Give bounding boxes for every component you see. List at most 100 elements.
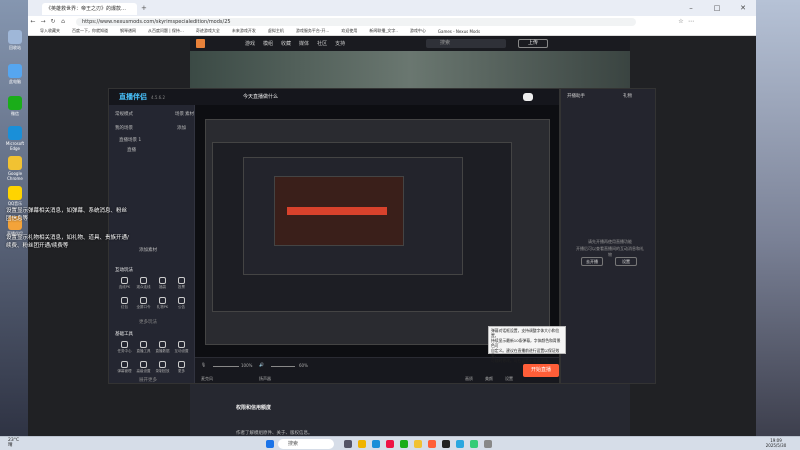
bookmark[interactable]: 钢琴谱网 [120, 28, 136, 34]
desktop-icon-wechat[interactable]: 微信 [3, 96, 27, 117]
interaction-grid: 连线PK 观众连线 福袋 投票 红包 全屏口令 礼物PK 公告 [115, 275, 193, 315]
tool-item[interactable]: 更多 [172, 359, 191, 379]
site-logo-icon[interactable] [196, 39, 205, 48]
more-interaction-link[interactable]: 更多玩法 [139, 319, 157, 325]
interaction-item[interactable]: 福袋 [153, 275, 172, 295]
computer-icon [8, 64, 22, 78]
tool-item[interactable]: 直播数据 [153, 339, 172, 359]
right-settings-button[interactable]: 设置 [615, 257, 637, 266]
site-nav-item[interactable]: 收藏 [281, 40, 291, 47]
scene-group[interactable]: 直播场景 1 [119, 137, 141, 143]
start-icon[interactable] [266, 440, 274, 448]
tool-item[interactable]: 任务中心 [115, 339, 134, 359]
speaker-icon[interactable]: 🔊 [259, 362, 264, 367]
tool-item[interactable]: 高级设置 [134, 359, 153, 379]
bookmark[interactable]: 奇迹游戏大全 [196, 28, 220, 34]
task-view-icon[interactable] [344, 440, 352, 448]
desktop-icon-recycle-bin[interactable]: 回收站 [3, 30, 27, 51]
mic-slider[interactable] [213, 366, 239, 367]
speaker-slider[interactable] [271, 366, 295, 367]
site-nav-item[interactable]: 社区 [317, 40, 327, 47]
bookmark[interactable]: 虚拟主机 [268, 28, 284, 34]
tab-assistant[interactable]: 开播助手 [567, 93, 585, 99]
upload-button[interactable]: 上传 [518, 39, 548, 48]
settings-button[interactable]: 设置 [505, 376, 513, 382]
file-explorer-icon[interactable] [358, 440, 366, 448]
system-clock[interactable]: 19:09 2025/5/30 [758, 438, 794, 448]
site-nav-item[interactable]: 媒体 [299, 40, 309, 47]
tools-grid: 任务中心 直播工具 直播数据 互动设置 弹幕管理 高级设置 录制回放 更多 [115, 339, 193, 379]
site-nav-item[interactable]: 游戏 [245, 40, 255, 47]
interaction-item[interactable]: 观众连线 [134, 275, 153, 295]
bookmark[interactable]: Games - Nexus Mods [438, 29, 480, 34]
start-live-button[interactable]: 开始直播 [523, 364, 559, 377]
url-bar[interactable]: https://www.nexusmods.com/skyrimspeciale… [76, 17, 636, 26]
stream-preview [195, 105, 559, 357]
interaction-item[interactable]: 红包 [115, 295, 134, 315]
interaction-item[interactable]: 礼物PK [153, 295, 172, 315]
vote-icon [178, 277, 185, 284]
desktop-icon-this-pc[interactable]: 此电脑 [3, 64, 27, 85]
maximize-button[interactable]: □ [704, 0, 730, 16]
star-icon[interactable]: ☆ [676, 18, 686, 25]
home-icon[interactable]: ⌂ [58, 18, 68, 25]
scene-item[interactable]: 直播 [127, 147, 136, 153]
bookmark[interactable]: 导入收藏夹 [40, 28, 60, 34]
browser-tab-active[interactable]: 《英雄救世界：帝王之刃》的爆款… [42, 3, 137, 15]
close-button[interactable]: ✕ [730, 0, 756, 16]
quality-button[interactable]: 画质 [465, 376, 473, 382]
bookmark[interactable]: 欢迎使用 [341, 28, 357, 34]
forward-icon[interactable]: → [38, 18, 48, 25]
site-search-input[interactable]: 搜索 [426, 39, 506, 48]
edge-icon[interactable] [372, 440, 380, 448]
desktop-icon-chrome[interactable]: Google Chrome [3, 156, 27, 181]
expand-tools-link[interactable]: 展开更多 [139, 377, 157, 383]
tool-item[interactable]: 直播工具 [134, 339, 153, 359]
weather-widget[interactable]: 23°C 晴 [8, 438, 19, 448]
bookmark[interactable]: 新闻联播_文字.. [369, 28, 398, 34]
interaction-item[interactable]: 公告 [172, 295, 191, 315]
beauty-button[interactable]: 美颜 [485, 376, 493, 382]
app-stream-title[interactable]: 今天直播做什么 [243, 93, 278, 100]
mode-selector[interactable]: 常规模式 [115, 111, 133, 117]
desktop-message-2: 设置显示礼物相关消息，如礼物、道具、贵族开通/续费、粉丝团开通/续费等 [6, 235, 129, 249]
tab-material[interactable]: 素材 [185, 111, 194, 117]
bookmark[interactable]: 未来游戏开发 [232, 28, 256, 34]
task-icon [121, 341, 128, 348]
site-nav-item[interactable]: 支持 [335, 40, 345, 47]
add-scene-button[interactable]: 添加 [177, 125, 186, 131]
tool-item[interactable]: 录制回放 [153, 359, 172, 379]
mic-icon[interactable]: 🎙 [201, 362, 206, 367]
app-icon[interactable] [470, 440, 478, 448]
chrome-icon[interactable] [414, 440, 422, 448]
bookmark[interactable]: 百度一下，你就知道 [72, 28, 108, 34]
extensions-icon[interactable]: ⋯ [686, 18, 696, 25]
wechat-icon[interactable] [400, 440, 408, 448]
site-nav-item[interactable]: 模组 [263, 40, 273, 47]
desktop-icon-edge[interactable]: Microsoft Edge [3, 126, 27, 151]
go-live-button[interactable]: 去开播 [581, 257, 603, 266]
tool-item[interactable]: 弹幕管理 [115, 359, 134, 379]
bookmark[interactable]: 从百度问题 | 保持… [148, 28, 184, 34]
interaction-item[interactable]: 投票 [172, 275, 191, 295]
desktop-icon-qq-music[interactable]: QQ音乐 [3, 186, 27, 207]
new-tab-icon[interactable]: + [141, 4, 147, 12]
tab-gift[interactable]: 礼物 [623, 93, 632, 99]
live-app-icon[interactable] [428, 440, 436, 448]
avatar[interactable] [523, 93, 533, 101]
taskbar-search[interactable]: 搜索 [278, 439, 334, 449]
bookmark[interactable]: 游戏中心 [410, 28, 426, 34]
reload-icon[interactable]: ↻ [48, 18, 58, 25]
bookmark[interactable]: 游戏服务平台-开… [296, 28, 329, 34]
qq-icon[interactable] [456, 440, 464, 448]
tab-scene[interactable]: 场景 [175, 111, 184, 117]
store-icon[interactable] [386, 440, 394, 448]
terminal-icon[interactable] [442, 440, 450, 448]
minimize-button[interactable]: – [678, 0, 704, 16]
settings-icon[interactable] [484, 440, 492, 448]
back-icon[interactable]: ← [28, 18, 38, 25]
tool-item[interactable]: 互动设置 [172, 339, 191, 359]
add-material-button[interactable]: 添加素材 [139, 247, 157, 253]
interaction-item[interactable]: 全屏口令 [134, 295, 153, 315]
interaction-item[interactable]: 连线PK [115, 275, 134, 295]
